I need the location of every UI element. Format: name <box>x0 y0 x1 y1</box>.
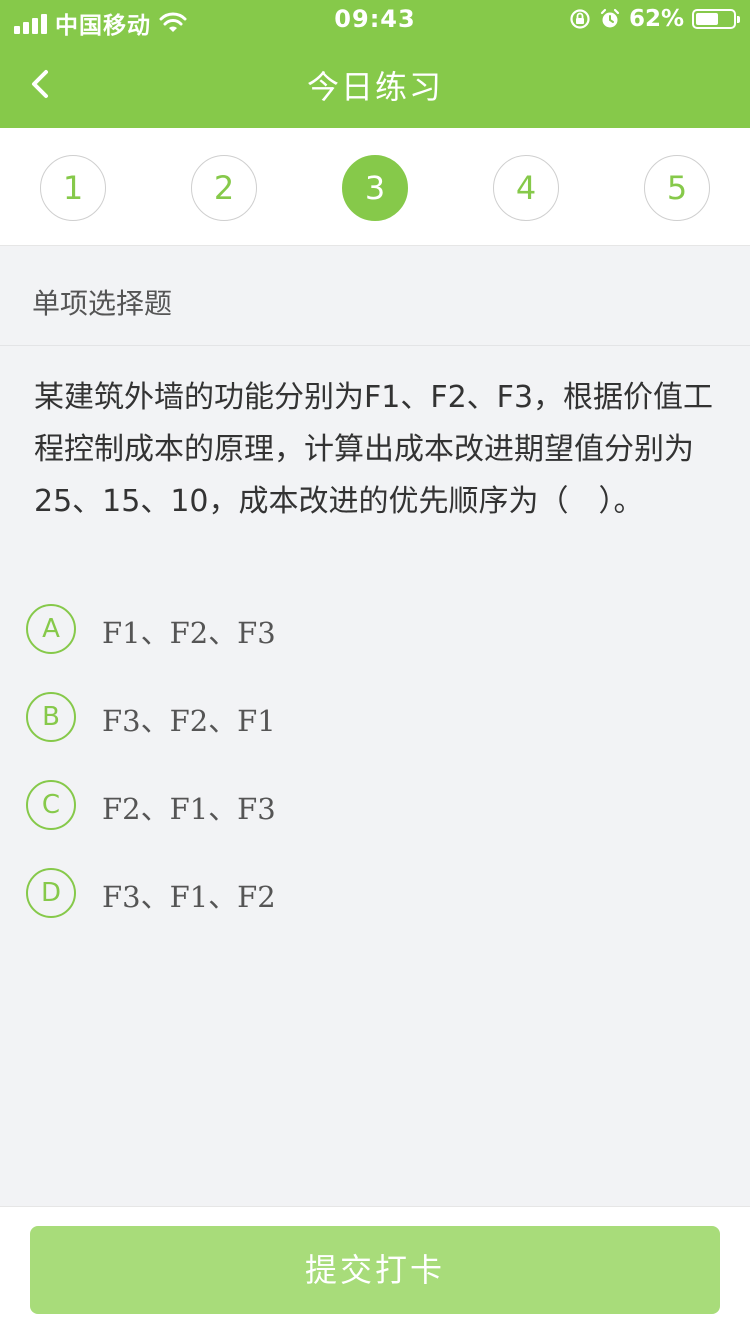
option-c[interactable]: C F2、F1、F3 <box>26 780 626 832</box>
battery-icon <box>692 9 740 29</box>
option-letter: B <box>26 692 76 742</box>
step-4[interactable]: 4 <box>493 155 559 221</box>
step-2[interactable]: 2 <box>191 155 257 221</box>
status-bar: 中国移动 09:43 62% <box>0 0 750 40</box>
option-text: F1、F2、F3 <box>102 616 276 650</box>
option-text: F2、F1、F3 <box>102 792 276 826</box>
nav-bar: 今日练习 <box>0 40 750 128</box>
page-title: 今日练习 <box>306 68 443 106</box>
footer: 提交打卡 <box>0 1206 750 1334</box>
battery-percent: 62% <box>628 6 684 32</box>
question-steps: 1 2 3 4 5 <box>0 128 750 246</box>
question-type-bar: 单项选择题 <box>0 246 750 346</box>
status-right: 62% <box>569 6 740 32</box>
alarm-icon <box>600 8 620 28</box>
top-bar: 中国移动 09:43 62% 今日练习 <box>0 0 750 128</box>
option-text: F3、F1、F2 <box>102 880 276 914</box>
battery-level <box>696 13 718 25</box>
question-text: 某建筑外墙的功能分别为F1、F2、F3，根据价值工程控制成本的原理，计算出成本改… <box>34 380 714 519</box>
step-1[interactable]: 1 <box>40 155 106 221</box>
option-text: F3、F2、F1 <box>102 704 276 738</box>
step-3-active[interactable]: 3 <box>342 155 408 221</box>
step-5[interactable]: 5 <box>644 155 710 221</box>
option-d[interactable]: D F3、F1、F2 <box>26 868 626 920</box>
rotation-lock-icon <box>570 9 590 29</box>
option-letter: D <box>26 868 76 918</box>
option-letter: C <box>26 780 76 830</box>
option-b[interactable]: B F3、F2、F1 <box>26 692 626 744</box>
question-type-label: 单项选择题 <box>32 287 173 320</box>
submit-button[interactable]: 提交打卡 <box>30 1226 720 1314</box>
option-letter: A <box>26 604 76 654</box>
option-a[interactable]: A F1、F2、F3 <box>26 604 626 656</box>
